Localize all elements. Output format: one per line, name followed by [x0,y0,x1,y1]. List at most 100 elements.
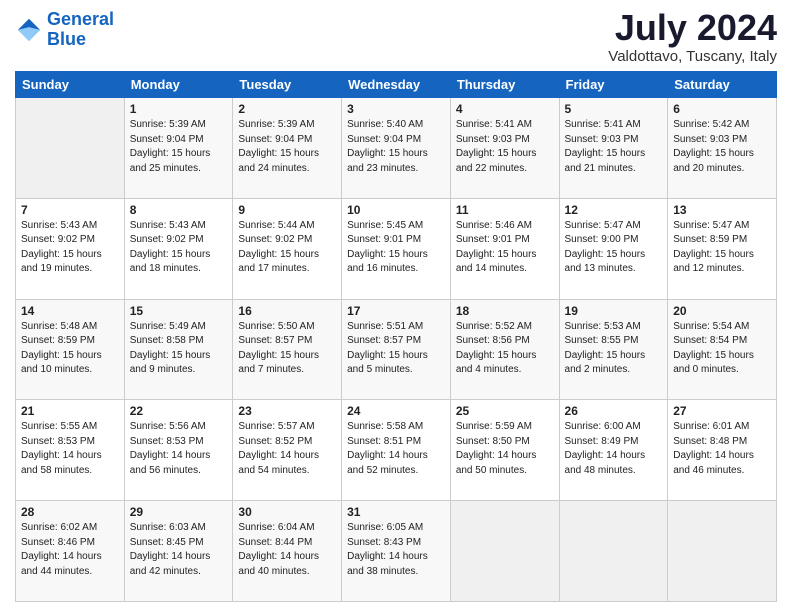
cell-text: Sunrise: 5:59 AM Sunset: 8:50 PM Dayligh… [456,420,554,478]
calendar-cell: 6 Sunrise: 5:42 AM Sunset: 9:03 PM Daylig… [668,98,777,199]
day-number: 24 [347,404,445,418]
day-number: 17 [347,304,445,318]
cell-text: Sunrise: 5:53 AM Sunset: 8:55 PM Dayligh… [565,320,663,378]
cell-text: Sunrise: 6:05 AM Sunset: 8:43 PM Dayligh… [347,521,445,579]
calendar-cell: 21Sunrise: 5:55 AM Sunset: 8:53 PM Dayli… [16,400,125,501]
header-row: Sunday Monday Tuesday Wednesday Thursday… [16,72,777,98]
col-saturday: Saturday [668,72,777,98]
cell-text: Sunrise: 5:57 AM Sunset: 8:52 PM Dayligh… [238,420,336,478]
calendar-cell [16,98,125,199]
day-number: 23 [238,404,336,418]
calendar-cell: 27 Sunrise: 6:01 AM Sunset: 8:48 PM Dayli… [668,400,777,501]
day-number: 22 [130,404,228,418]
day-number: 5 [565,102,663,116]
day-number: 6 [673,102,771,116]
calendar-body: 1 Sunrise: 5:39 AM Sunset: 9:04 PM Daylig… [16,98,777,602]
cell-text: Sunrise: 5:46 AM Sunset: 9:01 PM Dayligh… [456,219,554,277]
day-number: 31 [347,505,445,519]
calendar-week-row: 1 Sunrise: 5:39 AM Sunset: 9:04 PM Daylig… [16,98,777,199]
calendar-cell [668,501,777,602]
day-number: 20 [673,304,771,318]
cell-text: Sunrise: 5:41 AM Sunset: 9:03 PM Dayligh… [456,118,554,176]
calendar-cell: 19 Sunrise: 5:53 AM Sunset: 8:55 PM Dayli… [559,299,668,400]
cell-text: Sunrise: 5:55 AM Sunset: 8:53 PM Dayligh… [21,420,119,478]
day-number: 19 [565,304,663,318]
cell-text: Sunrise: 5:42 AM Sunset: 9:03 PM Dayligh… [673,118,771,176]
cell-text: Sunrise: 5:50 AM Sunset: 8:57 PM Dayligh… [238,320,336,378]
day-number: 25 [456,404,554,418]
day-number: 29 [130,505,228,519]
calendar-cell: 30Sunrise: 6:04 AM Sunset: 8:44 PM Dayli… [233,501,342,602]
cell-text: Sunrise: 5:51 AM Sunset: 8:57 PM Dayligh… [347,320,445,378]
calendar-cell: 16 Sunrise: 5:50 AM Sunset: 8:57 PM Dayli… [233,299,342,400]
calendar-cell [450,501,559,602]
day-number: 4 [456,102,554,116]
calendar-cell: 18 Sunrise: 5:52 AM Sunset: 8:56 PM Dayli… [450,299,559,400]
calendar-table: Sunday Monday Tuesday Wednesday Thursday… [15,71,777,602]
calendar-cell: 26 Sunrise: 6:00 AM Sunset: 8:49 PM Dayli… [559,400,668,501]
day-number: 9 [238,203,336,217]
day-number: 2 [238,102,336,116]
col-tuesday: Tuesday [233,72,342,98]
day-number: 10 [347,203,445,217]
calendar-cell: 29 Sunrise: 6:03 AM Sunset: 8:45 PM Dayli… [124,501,233,602]
day-number: 11 [456,203,554,217]
day-number: 8 [130,203,228,217]
calendar-cell: 3Sunrise: 5:40 AM Sunset: 9:04 PM Daylig… [342,98,451,199]
calendar-cell: 1Sunrise: 5:39 AM Sunset: 9:04 PM Daylig… [124,98,233,199]
calendar-header: Sunday Monday Tuesday Wednesday Thursday… [16,72,777,98]
calendar-cell: 20 Sunrise: 5:54 AM Sunset: 8:54 PM Dayli… [668,299,777,400]
logo-line2: Blue [47,29,86,49]
calendar-cell: 12Sunrise: 5:47 AM Sunset: 9:00 PM Dayli… [559,198,668,299]
cell-text: Sunrise: 5:58 AM Sunset: 8:51 PM Dayligh… [347,420,445,478]
calendar-cell: 28Sunrise: 6:02 AM Sunset: 8:46 PM Dayli… [16,501,125,602]
logo-text: General Blue [47,10,114,50]
day-number: 27 [673,404,771,418]
logo-line1: General [47,9,114,29]
day-number: 18 [456,304,554,318]
day-number: 1 [130,102,228,116]
page: General Blue July 2024 Valdottavo, Tusca… [0,0,792,612]
location: Valdottavo, Tuscany, Italy [608,48,777,65]
calendar-cell: 9 Sunrise: 5:44 AM Sunset: 9:02 PM Daylig… [233,198,342,299]
calendar-week-row: 7 Sunrise: 5:43 AM Sunset: 9:02 PM Daylig… [16,198,777,299]
cell-text: Sunrise: 5:40 AM Sunset: 9:04 PM Dayligh… [347,118,445,176]
calendar-cell: 4 Sunrise: 5:41 AM Sunset: 9:03 PM Daylig… [450,98,559,199]
title-block: July 2024 Valdottavo, Tuscany, Italy [608,10,777,65]
cell-text: Sunrise: 6:01 AM Sunset: 8:48 PM Dayligh… [673,420,771,478]
cell-text: Sunrise: 5:47 AM Sunset: 8:59 PM Dayligh… [673,219,771,277]
calendar-week-row: 14Sunrise: 5:48 AM Sunset: 8:59 PM Dayli… [16,299,777,400]
calendar-cell: 25 Sunrise: 5:59 AM Sunset: 8:50 PM Dayli… [450,400,559,501]
calendar-cell: 14Sunrise: 5:48 AM Sunset: 8:59 PM Dayli… [16,299,125,400]
day-number: 26 [565,404,663,418]
day-number: 16 [238,304,336,318]
calendar-week-row: 28Sunrise: 6:02 AM Sunset: 8:46 PM Dayli… [16,501,777,602]
calendar-cell: 15Sunrise: 5:49 AM Sunset: 8:58 PM Dayli… [124,299,233,400]
calendar-cell: 10 Sunrise: 5:45 AM Sunset: 9:01 PM Dayli… [342,198,451,299]
calendar-cell: 13Sunrise: 5:47 AM Sunset: 8:59 PM Dayli… [668,198,777,299]
calendar-cell: 23 Sunrise: 5:57 AM Sunset: 8:52 PM Dayli… [233,400,342,501]
cell-text: Sunrise: 5:39 AM Sunset: 9:04 PM Dayligh… [238,118,336,176]
col-friday: Friday [559,72,668,98]
col-wednesday: Wednesday [342,72,451,98]
cell-text: Sunrise: 5:43 AM Sunset: 9:02 PM Dayligh… [130,219,228,277]
day-number: 15 [130,304,228,318]
cell-text: Sunrise: 5:44 AM Sunset: 9:02 PM Dayligh… [238,219,336,277]
calendar-cell: 17 Sunrise: 5:51 AM Sunset: 8:57 PM Dayli… [342,299,451,400]
col-monday: Monday [124,72,233,98]
calendar-cell: 5Sunrise: 5:41 AM Sunset: 9:03 PM Daylig… [559,98,668,199]
cell-text: Sunrise: 5:45 AM Sunset: 9:01 PM Dayligh… [347,219,445,277]
day-number: 7 [21,203,119,217]
cell-text: Sunrise: 6:03 AM Sunset: 8:45 PM Dayligh… [130,521,228,579]
calendar-cell [559,501,668,602]
cell-text: Sunrise: 6:00 AM Sunset: 8:49 PM Dayligh… [565,420,663,478]
logo: General Blue [15,10,114,50]
col-sunday: Sunday [16,72,125,98]
calendar-cell: 22Sunrise: 5:56 AM Sunset: 8:53 PM Dayli… [124,400,233,501]
calendar-cell: 31 Sunrise: 6:05 AM Sunset: 8:43 PM Dayli… [342,501,451,602]
cell-text: Sunrise: 6:04 AM Sunset: 8:44 PM Dayligh… [238,521,336,579]
col-thursday: Thursday [450,72,559,98]
cell-text: Sunrise: 5:52 AM Sunset: 8:56 PM Dayligh… [456,320,554,378]
logo-icon [15,16,43,44]
cell-text: Sunrise: 5:54 AM Sunset: 8:54 PM Dayligh… [673,320,771,378]
